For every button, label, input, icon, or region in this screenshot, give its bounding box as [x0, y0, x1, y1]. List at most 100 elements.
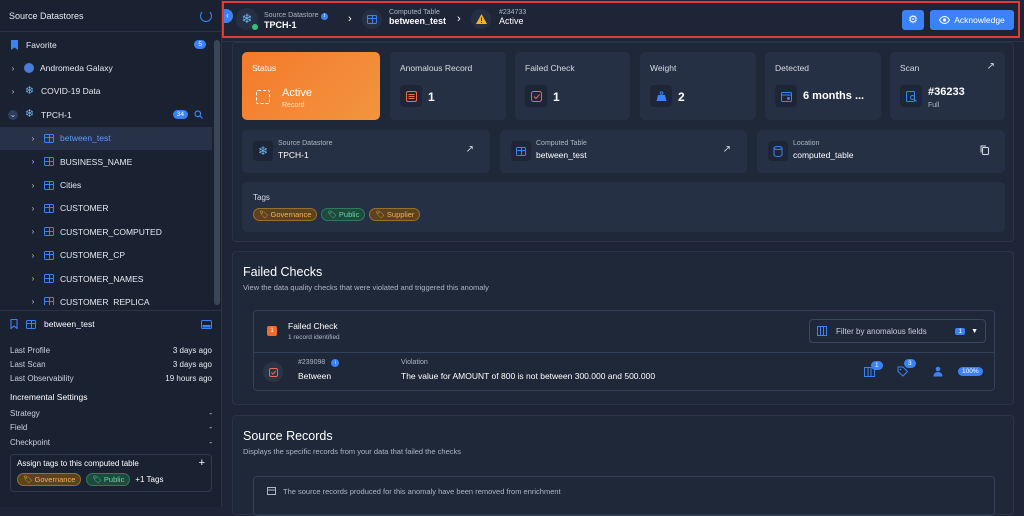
chevron-right-icon[interactable]: › [28, 181, 38, 190]
filter-count-badge: 1 [955, 327, 966, 335]
computed-table-icon [44, 227, 54, 237]
eye-icon [939, 16, 951, 24]
chevron-down-icon[interactable]: ⌄ [8, 109, 18, 120]
table-row[interactable]: › CUSTOMER_COMPUTED [0, 220, 212, 243]
table-row[interactable]: › between_test [0, 126, 212, 150]
stat-value: 19 hours ago [165, 374, 212, 384]
chevron-right-icon[interactable]: › [28, 227, 38, 236]
stat-label: Last Scan [10, 360, 46, 370]
card-title: Weight [650, 63, 677, 73]
chevron-right-icon[interactable]: › [8, 87, 18, 96]
tag-governance[interactable]: 🏷 Governance [253, 208, 318, 221]
stat-label: Last Observability [10, 374, 74, 384]
external-link-icon[interactable]: ↗ [466, 144, 474, 155]
user-icon[interactable] [933, 366, 943, 379]
search-icon[interactable] [194, 110, 203, 120]
fields-icon[interactable]: 1 [864, 361, 883, 379]
setting-value: - [209, 408, 212, 418]
status-dot [252, 24, 258, 30]
table-row[interactable]: › CUSTOMER_NAMES [0, 267, 212, 290]
tag-public[interactable]: 🏷 Public [321, 208, 366, 221]
info-value: computed_table [793, 150, 854, 160]
chevron-right-icon[interactable]: › [28, 251, 38, 260]
database-icon [768, 141, 788, 161]
chevron-right-icon[interactable]: › [8, 64, 18, 73]
collapse-sidebar-icon[interactable]: ‹ [222, 9, 233, 23]
computed-table-icon [362, 9, 382, 29]
crumb-label: #234733 [499, 9, 527, 16]
table-count-badge: 34 [172, 110, 188, 120]
settings-button[interactable]: ⚙ [902, 10, 924, 30]
notice-text: The source records produced for this ano… [283, 487, 561, 496]
more-tags[interactable]: +1 Tags [135, 475, 163, 484]
failed-check-row[interactable]: #239098 i Between Violation The value fo… [254, 354, 994, 391]
table-row[interactable]: › CUSTOMER_REPLICA [0, 290, 212, 305]
table-detail-panel: between_test Last Profile 3 days ago Last… [0, 310, 222, 507]
chevron-right-icon[interactable]: › [28, 157, 38, 166]
table-label: CUSTOMER [60, 203, 109, 214]
crumb-label: Computed Table [389, 9, 440, 16]
scrollbar-thumb[interactable] [214, 40, 220, 305]
breadcrumb-table[interactable]: Computed Table between_test [389, 9, 446, 26]
table-icon [44, 157, 54, 167]
acknowledge-label: Acknowledge [954, 15, 1005, 25]
card-value: 2 [678, 90, 685, 104]
copy-icon[interactable] [980, 145, 989, 155]
scan-type: Full [928, 102, 940, 109]
scan-card[interactable]: Scan ↗ #36233 Full [890, 52, 1005, 120]
table-label: BUSINESS_NAME [60, 156, 133, 167]
sidebar-item-tpch[interactable]: ⌄ ❄ TPCH-1 34 [0, 103, 212, 126]
setting-label: Strategy [10, 408, 40, 418]
tag-count-icon[interactable]: 3 [897, 359, 916, 379]
acknowledge-button[interactable]: Acknowledge [930, 10, 1014, 30]
tag-icon: 🏷 [23, 475, 33, 485]
chevron-right-icon[interactable]: › [28, 274, 38, 283]
sidebar-item-covid[interactable]: › ❄ COVID-19 Data [0, 80, 212, 103]
chevron-right-icon: › [457, 13, 461, 25]
setting-label: Field [10, 423, 28, 433]
info-icon[interactable]: i [321, 13, 328, 20]
weight-icon [650, 85, 672, 107]
failed-check-icon [525, 85, 547, 107]
table-row[interactable]: › Cities [0, 173, 212, 196]
chevron-right-icon[interactable]: › [28, 297, 38, 305]
bookmark-outline-icon[interactable] [10, 319, 18, 329]
table-row[interactable]: › BUSINESS_NAME [0, 150, 212, 173]
anomalous-fields-filter[interactable]: Filter by anomalous fields 1 ▼ [809, 319, 986, 343]
panel-toggle-icon[interactable] [201, 319, 212, 329]
computed-table-link[interactable]: Computed Table between_test ↗ [500, 130, 747, 173]
table-label: between_test [60, 133, 111, 144]
table-row[interactable]: › CUSTOMER_CP [0, 244, 212, 267]
source-datastore-link[interactable]: ❄ Source Datastore TPCH-1 ↗ [242, 130, 490, 173]
table-row[interactable]: › CUSTOMER [0, 197, 212, 220]
external-link-icon[interactable]: ↗ [723, 144, 731, 155]
chevron-right-icon[interactable]: › [28, 204, 38, 213]
info-value: TPCH-1 [278, 150, 309, 160]
setting-label: Checkpoint [10, 437, 51, 447]
tag-governance[interactable]: 🏷 Governance [17, 473, 82, 487]
refresh-icon[interactable] [200, 9, 212, 22]
tags-title: Tags [253, 193, 270, 202]
external-link-icon[interactable]: ↗ [987, 61, 995, 72]
sidebar-item-andromeda[interactable]: › Andromeda Galaxy [0, 56, 212, 79]
tag-public[interactable]: 🏷 Public [86, 473, 131, 487]
crumb-value: between_test [389, 16, 447, 26]
table-icon [44, 203, 54, 213]
tag-supplier[interactable]: 🏷 Supplier [369, 208, 421, 221]
computed-table-icon [511, 141, 531, 161]
bookmark-icon [11, 39, 18, 50]
section-title: Failed Checks [243, 265, 323, 279]
breadcrumb-datastore[interactable]: Source Datastore i TPCH-1 [264, 9, 328, 30]
stat-value: 3 days ago [172, 345, 212, 355]
add-tag-icon[interactable]: + [199, 457, 205, 469]
assign-tags-box[interactable]: Assign tags to this computed table + 🏷 Go… [10, 454, 212, 493]
card-value: 1 [553, 90, 560, 104]
info-icon[interactable]: i [331, 359, 340, 367]
detail-table-name: between_test [44, 319, 95, 329]
failed-check-table: 1 Failed Check 1 record identified Filte… [253, 310, 995, 391]
sidebar-item-favorite[interactable]: Favorite 5 [0, 33, 212, 56]
section-subtitle: Displays the specific records from your … [243, 447, 462, 456]
chevron-right-icon[interactable]: › [28, 134, 38, 143]
setting-field: Field - [10, 421, 212, 435]
detail-header: between_test [10, 311, 212, 337]
